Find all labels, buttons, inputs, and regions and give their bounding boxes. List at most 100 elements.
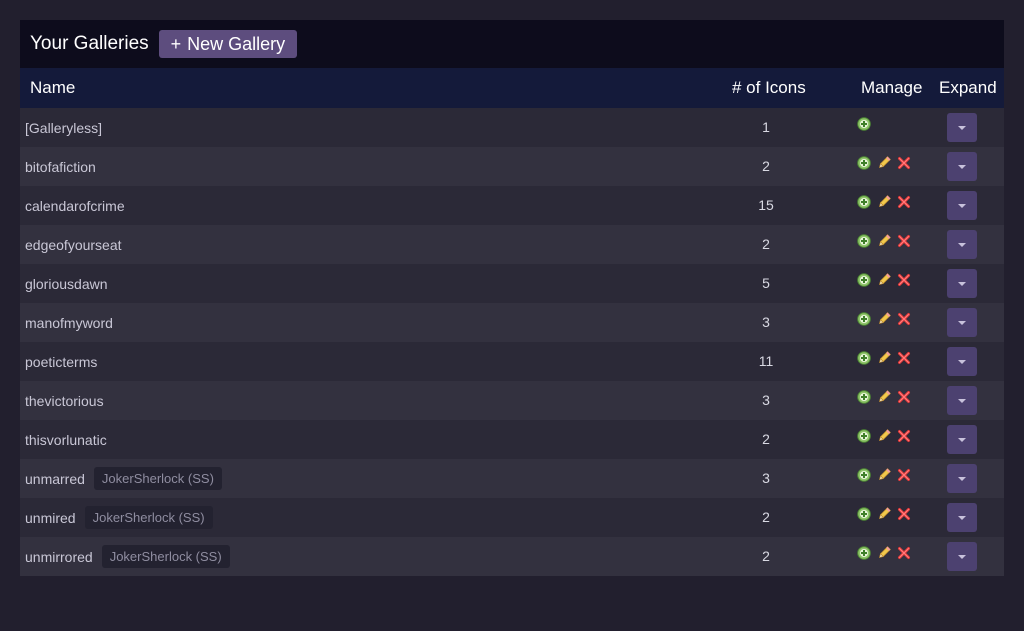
pencil-icon[interactable] xyxy=(877,429,891,443)
delete-icon[interactable] xyxy=(897,234,911,248)
owner-badge[interactable]: JokerSherlock (SS) xyxy=(84,506,213,529)
new-gallery-label: New Gallery xyxy=(187,33,286,54)
gallery-name-link[interactable]: bitofafiction xyxy=(25,159,96,175)
expand-button[interactable] xyxy=(947,425,977,454)
gallery-name-link[interactable]: unmirrored xyxy=(25,549,93,565)
delete-icon[interactable] xyxy=(897,312,911,326)
chevron-down-icon xyxy=(958,398,966,403)
gallery-name-link[interactable]: manofmyword xyxy=(25,315,113,331)
add-icon[interactable] xyxy=(857,546,871,560)
add-icon[interactable] xyxy=(857,468,871,482)
add-icon[interactable] xyxy=(857,429,871,443)
pencil-icon[interactable] xyxy=(877,351,891,365)
expand-button[interactable] xyxy=(947,113,977,142)
table-row: [Galleryless] 1 xyxy=(20,108,1004,147)
manage-actions xyxy=(857,234,917,248)
add-icon[interactable] xyxy=(857,351,871,365)
owner-badge[interactable]: JokerSherlock (SS) xyxy=(101,545,230,568)
gallery-name-link[interactable]: [Galleryless] xyxy=(25,120,102,136)
manage-actions xyxy=(857,507,917,521)
manage-actions xyxy=(857,546,917,560)
expand-button[interactable] xyxy=(947,464,977,493)
gallery-name-cell: unmarred JokerSherlock (SS) xyxy=(25,459,222,498)
expand-button[interactable] xyxy=(947,503,977,532)
expand-button[interactable] xyxy=(947,230,977,259)
pencil-icon[interactable] xyxy=(877,312,891,326)
gallery-name-cell: calendarofcrime xyxy=(25,186,125,225)
delete-icon[interactable] xyxy=(897,195,911,209)
icon-count: 2 xyxy=(762,158,770,174)
delete-icon[interactable] xyxy=(897,351,911,365)
delete-icon[interactable] xyxy=(897,468,911,482)
expand-button[interactable] xyxy=(947,191,977,220)
icon-count: 15 xyxy=(758,197,774,213)
owner-badge[interactable]: JokerSherlock (SS) xyxy=(93,467,222,490)
delete-icon[interactable] xyxy=(897,273,911,287)
pencil-icon[interactable] xyxy=(877,507,891,521)
table-row: manofmyword 3 xyxy=(20,303,1004,342)
chevron-down-icon xyxy=(958,554,966,559)
pencil-icon[interactable] xyxy=(877,468,891,482)
gallery-name-cell: poeticterms xyxy=(25,342,97,381)
expand-button[interactable] xyxy=(947,152,977,181)
gallery-name-link[interactable]: edgeofyourseat xyxy=(25,237,122,253)
delete-icon[interactable] xyxy=(897,546,911,560)
pencil-icon[interactable] xyxy=(877,273,891,287)
gallery-name-link[interactable]: gloriousdawn xyxy=(25,276,108,292)
gallery-name-link[interactable]: unmarred xyxy=(25,471,85,487)
manage-actions xyxy=(857,273,917,287)
delete-icon[interactable] xyxy=(897,390,911,404)
expand-button[interactable] xyxy=(947,386,977,415)
new-gallery-button[interactable]: + New Gallery xyxy=(158,30,298,58)
delete-icon[interactable] xyxy=(897,429,911,443)
chevron-down-icon xyxy=(958,515,966,520)
icon-count: 2 xyxy=(762,236,770,252)
pencil-icon[interactable] xyxy=(877,234,891,248)
column-header-count: # of Icons xyxy=(732,78,806,97)
manage-actions xyxy=(857,156,917,170)
chevron-down-icon xyxy=(958,203,966,208)
chevron-down-icon xyxy=(958,437,966,442)
gallery-name-cell: unmired JokerSherlock (SS) xyxy=(25,498,213,537)
gallery-name-link[interactable]: calendarofcrime xyxy=(25,198,125,214)
expand-button[interactable] xyxy=(947,269,977,298)
pencil-icon[interactable] xyxy=(877,390,891,404)
expand-button[interactable] xyxy=(947,308,977,337)
gallery-name-cell: thevictorious xyxy=(25,381,104,420)
icon-count: 2 xyxy=(762,431,770,447)
delete-icon[interactable] xyxy=(897,507,911,521)
pencil-icon[interactable] xyxy=(877,156,891,170)
add-icon[interactable] xyxy=(857,156,871,170)
table-header: Name # of Icons Manage Expand xyxy=(20,68,1004,108)
add-icon[interactable] xyxy=(857,234,871,248)
gallery-name-link[interactable]: thisvorlunatic xyxy=(25,432,107,448)
gallery-name-link[interactable]: thevictorious xyxy=(25,393,104,409)
gallery-name-cell: gloriousdawn xyxy=(25,264,108,303)
add-icon[interactable] xyxy=(857,390,871,404)
column-header-manage: Manage xyxy=(861,78,923,97)
add-icon[interactable] xyxy=(857,507,871,521)
table-row: bitofafiction 2 xyxy=(20,147,1004,186)
delete-icon[interactable] xyxy=(897,156,911,170)
expand-button[interactable] xyxy=(947,542,977,571)
add-icon[interactable] xyxy=(857,273,871,287)
add-icon[interactable] xyxy=(857,312,871,326)
gallery-name-link[interactable]: unmired xyxy=(25,510,76,526)
table-row: poeticterms 11 xyxy=(20,342,1004,381)
add-icon[interactable] xyxy=(857,195,871,209)
icon-count: 3 xyxy=(762,470,770,486)
gallery-table-body: [Galleryless] 1 bitofafiction 2 calendar… xyxy=(20,108,1004,576)
add-icon[interactable] xyxy=(857,117,871,131)
manage-actions xyxy=(857,390,917,404)
table-row: thevictorious 3 xyxy=(20,381,1004,420)
gallery-name-link[interactable]: poeticterms xyxy=(25,354,97,370)
pencil-icon[interactable] xyxy=(877,195,891,209)
icon-count: 11 xyxy=(758,353,774,369)
gallery-name-cell: bitofafiction xyxy=(25,147,96,186)
expand-button[interactable] xyxy=(947,347,977,376)
manage-actions xyxy=(857,195,917,209)
gallery-name-cell: manofmyword xyxy=(25,303,113,342)
icon-count: 2 xyxy=(762,548,770,564)
plus-icon: + xyxy=(170,33,182,54)
pencil-icon[interactable] xyxy=(877,546,891,560)
